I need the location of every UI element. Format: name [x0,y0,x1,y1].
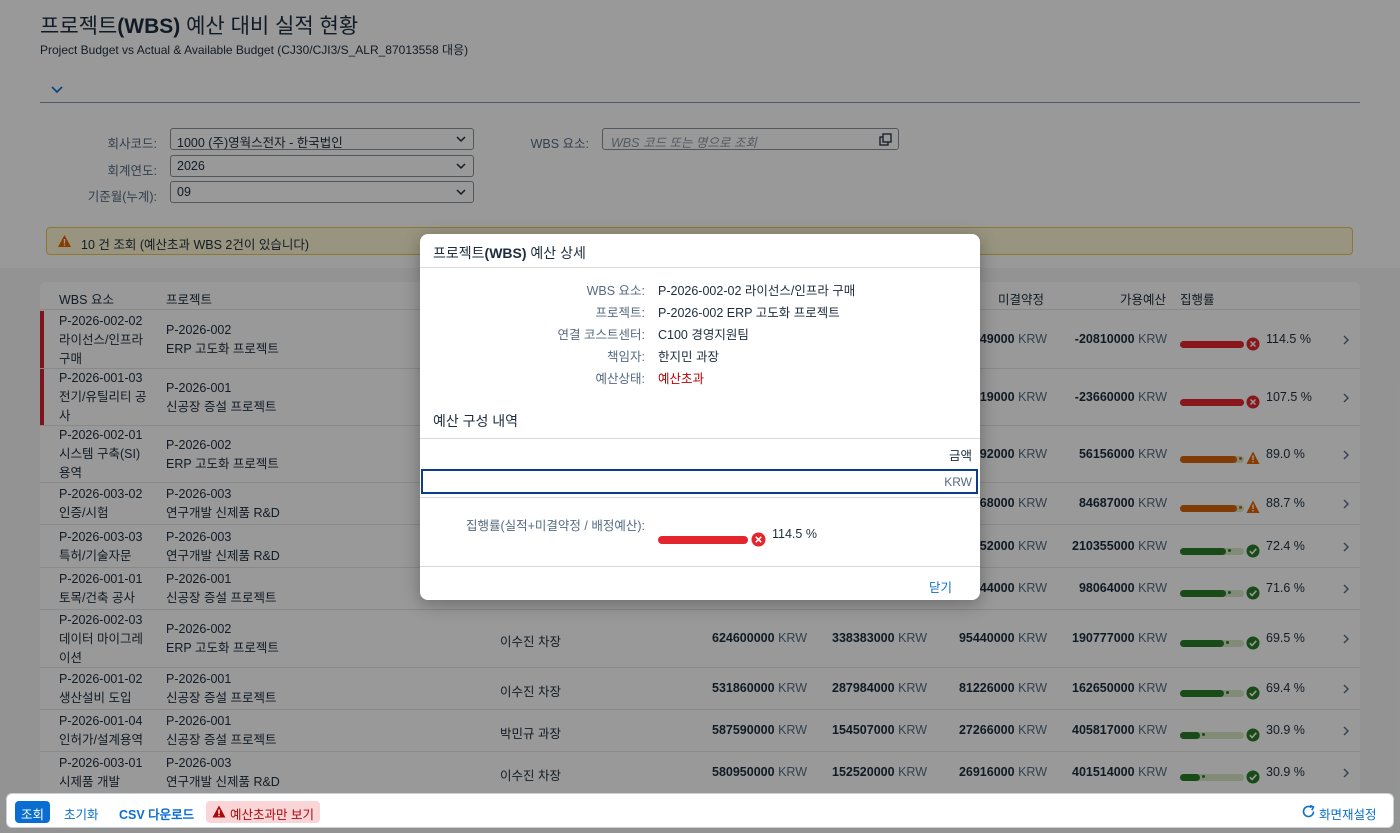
screen-reset-label: 화면재설정 [1319,808,1377,822]
refresh-icon [1302,804,1315,818]
screen-reset-button[interactable]: 화면재설정 [1299,801,1383,823]
footer-toolbar: 조회 초기화 CSV 다운로드 예산초과만 보기 화면재설정 [6,793,1394,828]
detail-label-manager: 책임자: [607,350,645,364]
detail-label-cost-center: 연결 코스트센터: [557,328,645,342]
detail-label-wbs: WBS 요소: [586,284,645,298]
amount-row[interactable]: KRW [421,469,978,494]
detail-value-project: P-2026-002 ERP 고도화 프로젝트 [658,306,840,320]
rate-value: 114.5 % [772,527,817,541]
detail-label-status: 예산상태: [595,372,645,386]
rate-progress-bar [658,536,748,544]
breakdown-divider [420,438,980,439]
detail-value-status: 예산초과 [658,372,705,386]
reset-button[interactable]: 초기화 [58,801,105,823]
detail-value-manager: 한지민 과장 [658,350,719,364]
budget-breakdown-title: 예산 구성 내역 [433,413,519,429]
detail-label-project: 프로젝트: [595,306,645,320]
search-button[interactable]: 조회 [15,801,51,823]
dialog-title: 프로젝트(WBS) 예산 상세 [433,245,586,261]
warning-icon [212,805,226,818]
over-budget-filter-label: 예산초과만 보기 [230,808,314,822]
wbs-detail-dialog: 프로젝트(WBS) 예산 상세 WBS 요소: P-2026-002-02 라이… [420,234,980,600]
detail-value-cost-center: C100 경영지원팀 [658,328,749,342]
rate-label: 집행률(실적+미결약정 / 배정예산): [465,519,645,533]
detail-value-wbs: P-2026-002-02 라이선스/인프라 구매 [658,284,856,298]
amount-column-header: 금액 [948,449,972,463]
dialog-header-divider [420,267,980,268]
close-button[interactable]: 닫기 [929,577,952,596]
csv-download-button[interactable]: CSV 다운로드 [113,801,200,823]
amount-divider [420,497,980,498]
amount-unit: KRW [944,475,972,489]
dialog-footer-divider [420,566,980,567]
error-icon [751,532,766,547]
over-budget-filter-button[interactable]: 예산초과만 보기 [206,801,320,823]
